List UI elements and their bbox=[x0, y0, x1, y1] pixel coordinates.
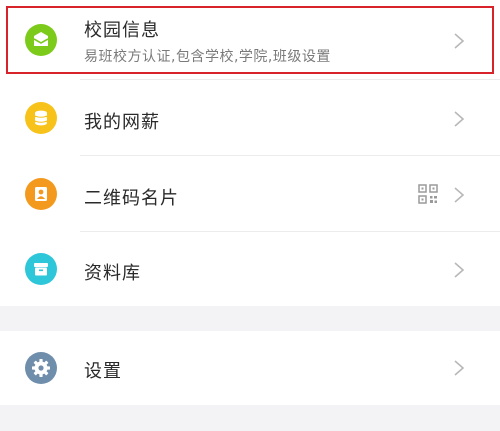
campus-info-subtitle: 易班校方认证,包含学校,学院,班级设置 bbox=[84, 49, 331, 65]
chevron-right-icon bbox=[452, 32, 466, 50]
menu-item-campus-info[interactable]: 校园信息 易班校方认证,包含学校,学院,班级设置 bbox=[0, 0, 500, 80]
coins-icon bbox=[25, 102, 57, 134]
library-title: 资料库 bbox=[84, 263, 141, 284]
contact-card-icon bbox=[25, 178, 57, 210]
box-icon bbox=[25, 253, 57, 285]
menu-item-salary[interactable]: 我的网薪 bbox=[0, 80, 500, 156]
menu-item-library[interactable]: 资料库 bbox=[0, 232, 500, 306]
menu-item-qr-card[interactable]: 二维码名片 bbox=[0, 156, 500, 232]
envelope-icon bbox=[25, 24, 57, 56]
campus-info-title: 校园信息 bbox=[84, 20, 160, 41]
settings-title: 设置 bbox=[84, 361, 122, 382]
chevron-right-icon bbox=[452, 261, 466, 279]
chevron-right-icon bbox=[452, 359, 466, 377]
menu-item-settings[interactable]: 设置 bbox=[0, 331, 500, 405]
salary-title: 我的网薪 bbox=[84, 112, 160, 133]
qr-code-icon bbox=[418, 184, 438, 204]
main-menu-group: 校园信息 易班校方认证,包含学校,学院,班级设置 我的网薪 二维码名片 资料库 bbox=[0, 0, 500, 306]
settings-group: 设置 bbox=[0, 331, 500, 405]
gear-icon bbox=[25, 352, 57, 384]
chevron-right-icon bbox=[452, 110, 466, 128]
qr-card-title: 二维码名片 bbox=[84, 188, 179, 209]
profile-menu-screen: 校园信息 易班校方认证,包含学校,学院,班级设置 我的网薪 二维码名片 资料库 … bbox=[0, 0, 500, 431]
chevron-right-icon bbox=[452, 186, 466, 204]
